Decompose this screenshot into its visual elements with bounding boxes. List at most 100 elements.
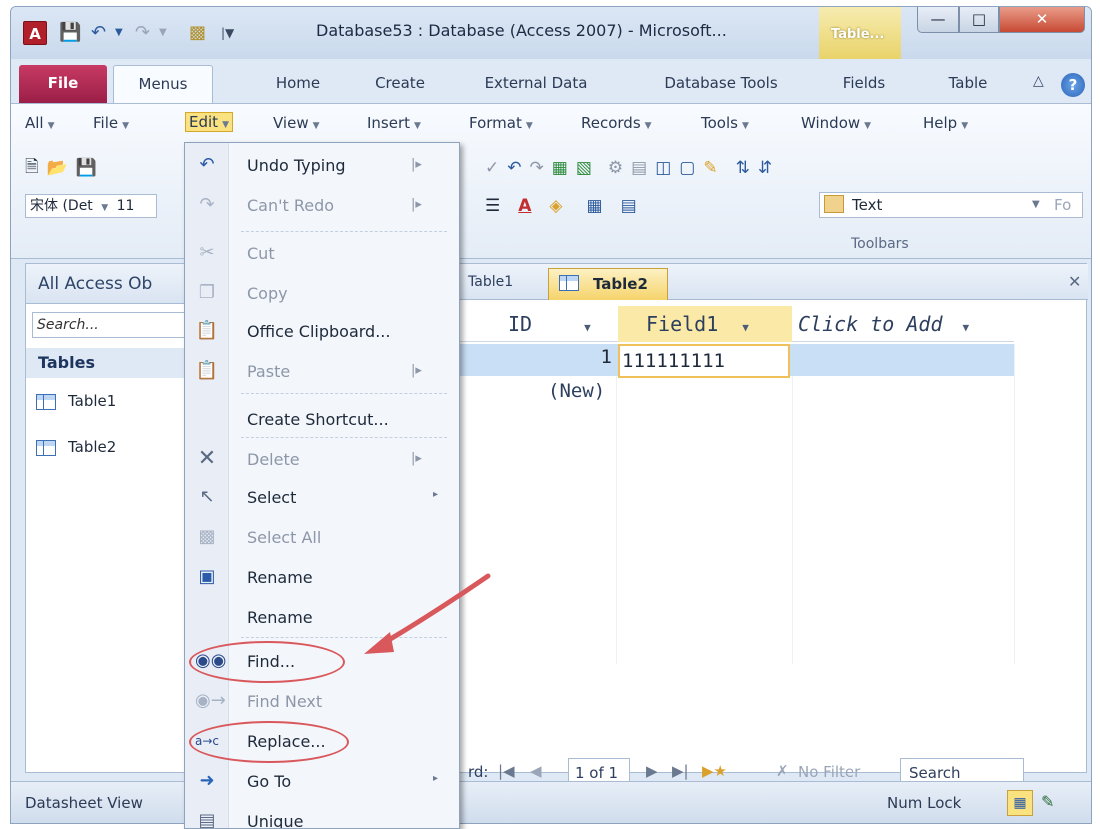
sort-ascending-icon[interactable]: ⇅ — [736, 158, 750, 178]
menu-item-go-to[interactable]: ➜ Go To ▸ — [185, 763, 459, 799]
menu-item-unique[interactable]: ▤ Unique — [185, 803, 459, 828]
menu-item-cut[interactable]: ✂ Cut — [185, 235, 459, 271]
menu-item-copy[interactable]: ❐ Copy — [185, 275, 459, 311]
previous-record-icon[interactable]: ◀ — [530, 762, 542, 780]
menu-item-find-next[interactable]: ◉→ Find Next — [185, 683, 459, 719]
gridlines-icon[interactable]: ▦ — [587, 196, 603, 216]
menu-format[interactable]: Format ▼ — [469, 114, 533, 132]
cell-id[interactable]: 1 — [588, 346, 612, 368]
next-record-icon[interactable]: ▶ — [646, 762, 658, 780]
menu-records[interactable]: Records ▼ — [581, 114, 652, 132]
undo-icon[interactable]: ↶ — [507, 158, 521, 178]
tab-fields[interactable]: Fields — [829, 65, 899, 103]
doc-tab-table1[interactable]: Table1 — [468, 274, 513, 290]
menu-edit[interactable]: Edit ▼ — [185, 112, 233, 132]
nav-search-input[interactable]: Search... — [32, 312, 196, 338]
chevron-down-icon: ▼ — [414, 121, 421, 131]
menu-view[interactable]: View ▼ — [273, 114, 320, 132]
last-record-icon[interactable]: ▶| — [672, 762, 689, 780]
menu-window[interactable]: Window ▼ — [801, 114, 871, 132]
tab-home[interactable]: Home — [261, 65, 335, 103]
font-color-icon[interactable]: A — [518, 196, 531, 216]
format-combo-partial: Fo — [1054, 196, 1072, 214]
filter-icon[interactable]: ✗ — [776, 762, 789, 780]
nav-item-table2[interactable]: Table2 — [36, 438, 116, 456]
minimize-ribbon-icon[interactable]: △ — [1033, 73, 1044, 89]
help-icon[interactable]: ? — [1061, 73, 1085, 97]
tab-database-tools[interactable]: Database Tools — [643, 65, 799, 103]
new-record-row[interactable]: (New) — [548, 380, 605, 402]
font-name-combo[interactable]: 宋体 (Det ▼ 11 — [25, 194, 157, 218]
first-record-icon[interactable]: |◀ — [498, 762, 515, 780]
menu-all[interactable]: All ▼ — [25, 114, 55, 132]
redo-icon[interactable]: ↷ — [135, 20, 150, 46]
chevron-down-icon[interactable]: ▼ — [963, 321, 970, 334]
open-folder-icon[interactable]: 📂 — [47, 158, 68, 178]
minimize-button[interactable]: — — [917, 7, 959, 33]
chevron-down-icon[interactable]: ▼ — [742, 321, 749, 334]
cell-field1[interactable]: 111111111 — [618, 344, 790, 378]
toolbar-icon[interactable]: ▩ — [189, 20, 206, 46]
format-painter-icon[interactable]: ✓ — [485, 158, 499, 178]
column-header-id[interactable]: ID ▼ — [508, 306, 616, 342]
save-icon[interactable]: 💾 — [76, 158, 97, 178]
redo-dropdown-icon[interactable]: ▼ — [159, 20, 167, 46]
menu-item-undo-typing[interactable]: ↶ Undo Typing |▸ — [185, 147, 459, 183]
clipboard-icon: 📋 — [195, 320, 219, 341]
sort-descending-icon[interactable]: ⇵ — [758, 158, 772, 178]
title-bar: A 💾 ↶ ▼ ↷ ▼ ▩ |▼ Database53 : Database (… — [11, 7, 1091, 59]
undo-dropdown-icon[interactable]: ▼ — [115, 20, 123, 46]
column-header-field1[interactable]: Field1 ▼ — [618, 306, 792, 342]
tab-table[interactable]: Table — [933, 65, 1003, 103]
no-filter-label[interactable]: No Filter — [798, 763, 860, 781]
nav-section-tables[interactable]: Tables — [26, 348, 202, 378]
menu-item-paste[interactable]: 📋 Paste |▸ — [185, 353, 459, 389]
new-record-icon[interactable]: ▶★ — [702, 762, 727, 780]
status-bar: Datasheet View Num Lock ▦ ✎ — [11, 781, 1091, 823]
align-right-icon[interactable]: ☰ — [485, 196, 500, 216]
access-app-icon[interactable]: A — [23, 21, 47, 45]
analyze-icon[interactable]: ⚙ — [608, 158, 623, 178]
datasheet-view-icon[interactable]: ▦ — [1007, 790, 1033, 816]
tab-file[interactable]: File — [19, 65, 107, 103]
tab-create[interactable]: Create — [363, 65, 437, 103]
new-file-icon[interactable]: 🗎 — [25, 154, 39, 183]
design-icon[interactable]: ✎ — [703, 158, 717, 178]
menu-help[interactable]: Help ▼ — [923, 114, 968, 132]
column-header-click-to-add[interactable]: Click to Add ▼ — [792, 306, 1014, 342]
close-button[interactable]: ✕ — [999, 7, 1085, 33]
undo-icon[interactable]: ↶ — [91, 20, 106, 46]
design-view-icon[interactable]: ✎ — [1041, 792, 1054, 811]
data-type-combo[interactable]: Text ▼ Fo — [819, 192, 1083, 218]
menu-item-delete[interactable]: ✕ Delete |▸ — [185, 441, 459, 477]
nav-item-table1[interactable]: Table1 — [36, 392, 116, 410]
chevron-down-icon[interactable]: ▼ — [584, 321, 591, 334]
doc-tab-table2[interactable]: Table2 — [548, 268, 668, 300]
menu-item-cant-redo[interactable]: ↷ Can't Redo |▸ — [185, 187, 459, 223]
close-document-icon[interactable]: ✕ — [1068, 272, 1081, 291]
datasheet-icon[interactable]: ▧ — [576, 158, 592, 178]
context-tab-label: Table... — [831, 27, 885, 42]
redo-icon[interactable]: ↷ — [530, 158, 544, 178]
nav-pane-header[interactable]: All Access Ob — [26, 264, 202, 304]
tab-external-data[interactable]: External Data — [471, 65, 601, 103]
insert-hyperlink-icon[interactable]: ▦ — [552, 158, 568, 178]
properties-icon[interactable]: ▤ — [631, 158, 647, 178]
maximize-button[interactable]: □ — [959, 7, 999, 33]
menu-item-create-shortcut[interactable]: Create Shortcut... — [185, 401, 459, 437]
tab-menus[interactable]: Menus — [113, 65, 213, 103]
menu-item-select-all[interactable]: ▩ Select All — [185, 519, 459, 555]
menu-file[interactable]: File ▼ — [93, 114, 129, 132]
alternate-row-icon[interactable]: ▤ — [621, 196, 637, 216]
delete-icon: ✕ — [197, 446, 217, 471]
customize-qat-icon[interactable]: |▼ — [221, 20, 234, 46]
window-title: Database53 : Database (Access 2007) - Mi… — [316, 21, 727, 40]
menu-item-select[interactable]: ↖ Select ▸ — [185, 479, 459, 515]
fill-color-icon[interactable]: ◈ — [549, 196, 562, 216]
form-icon[interactable]: ▢ — [679, 158, 695, 178]
menu-tools[interactable]: Tools ▼ — [701, 114, 749, 132]
menu-insert[interactable]: Insert ▼ — [367, 114, 421, 132]
save-icon[interactable]: 💾 — [59, 20, 81, 46]
menu-item-office-clipboard[interactable]: 📋 Office Clipboard... — [185, 313, 459, 349]
relationships-icon[interactable]: ◫ — [655, 158, 671, 178]
